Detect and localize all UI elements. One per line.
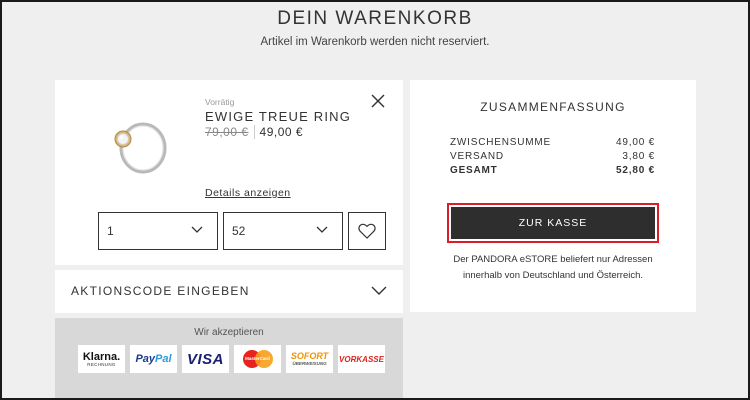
quantity-select[interactable]: 1 <box>98 212 218 250</box>
total-row: GESAMT 52,80 € <box>450 165 655 176</box>
checkout-highlight: ZUR KASSE <box>447 203 659 243</box>
promo-code-accordion[interactable]: AKTIONSCODE EINGEBEN <box>55 270 403 313</box>
visa-logo: VISA <box>182 345 229 373</box>
product-name: EWIGE TREUE RING <box>205 109 352 124</box>
cart-item-card: Vorrätig EWIGE TREUE RING 79,00 € 49,00 … <box>55 80 403 265</box>
vorkasse-logo: VORKASSE <box>338 345 385 373</box>
original-price: 79,00 € <box>205 125 255 139</box>
shipping-label: VERSAND <box>450 151 504 162</box>
stock-status: Vorrätig <box>205 97 235 107</box>
price-row: 79,00 € 49,00 € <box>205 125 303 139</box>
size-select[interactable]: 52 <box>223 212 343 250</box>
promo-code-label: AKTIONSCODE EINGEBEN <box>71 284 250 298</box>
close-icon[interactable] <box>371 94 385 108</box>
chevron-down-icon <box>191 226 203 233</box>
checkout-button[interactable]: ZUR KASSE <box>451 207 655 239</box>
page-subtitle: Artikel im Warenkorb werden nicht reserv… <box>260 36 490 48</box>
sale-price: 49,00 € <box>259 125 304 139</box>
quantity-value: 1 <box>107 224 114 238</box>
chevron-down-icon <box>371 286 387 295</box>
payment-title: Wir akzeptieren <box>194 327 264 338</box>
shipping-row: VERSAND 3,80 € <box>450 151 655 162</box>
delivery-note: Der PANDORA eSTORE beliefert nur Adresse… <box>453 254 653 281</box>
page-title: DEIN WARENKORB <box>277 8 473 29</box>
payment-logos: Klarna. RECHNUNG PayPal VISA MasterCard … <box>78 345 385 373</box>
total-value: 52,80 € <box>616 165 655 176</box>
subtotal-value: 49,00 € <box>616 137 655 148</box>
klarna-logo: Klarna. RECHNUNG <box>78 345 125 373</box>
paypal-logo: PayPal <box>130 345 177 373</box>
heart-icon <box>358 223 376 239</box>
wishlist-button[interactable] <box>348 212 386 250</box>
order-summary: ZUSAMMENFASSUNG ZWISCHENSUMME 49,00 € VE… <box>410 80 696 312</box>
shipping-value: 3,80 € <box>622 151 655 162</box>
ring-product-image[interactable] <box>105 108 177 180</box>
size-value: 52 <box>232 224 246 238</box>
payment-methods: Wir akzeptieren Klarna. RECHNUNG PayPal … <box>55 318 403 398</box>
subtotal-label: ZWISCHENSUMME <box>450 137 551 148</box>
sofort-logo: SOFORT ÜBERWEISUNG <box>286 345 333 373</box>
details-link[interactable]: Details anzeigen <box>205 187 291 199</box>
chevron-down-icon <box>316 226 328 233</box>
summary-title: ZUSAMMENFASSUNG <box>480 100 626 114</box>
mastercard-logo: MasterCard <box>234 345 281 373</box>
page-header: DEIN WARENKORB Artikel im Warenkorb werd… <box>2 8 748 48</box>
total-label: GESAMT <box>450 165 498 176</box>
subtotal-row: ZWISCHENSUMME 49,00 € <box>450 137 655 148</box>
